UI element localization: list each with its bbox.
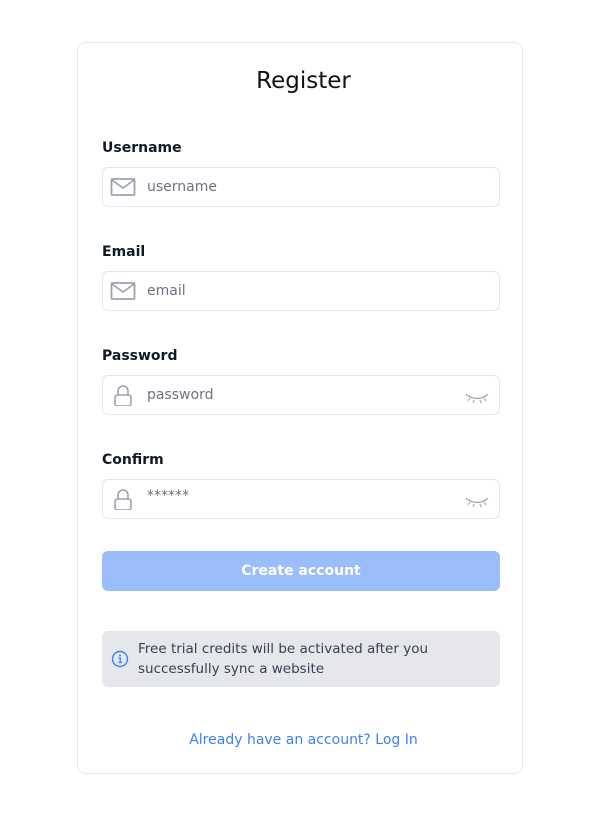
info-notice: Free trial credits will be activated aft… (102, 631, 500, 687)
confirm-label: Confirm (102, 452, 164, 468)
eye-closed-icon[interactable] (465, 390, 489, 404)
page-title: Register (256, 68, 351, 94)
password-label: Password (102, 348, 178, 364)
mail-icon (110, 178, 136, 196)
password-field[interactable] (102, 375, 500, 415)
login-link[interactable]: Already have an account? Log In (0, 732, 607, 748)
lock-icon (114, 489, 132, 510)
info-icon (111, 650, 129, 668)
email-field[interactable] (102, 271, 500, 311)
email-input[interactable] (147, 272, 447, 310)
create-account-button[interactable]: Create account (102, 551, 500, 591)
confirm-field[interactable] (102, 477, 500, 519)
username-label: Username (102, 140, 182, 156)
eye-closed-icon[interactable] (465, 494, 489, 508)
username-input[interactable] (147, 168, 447, 206)
confirm-input[interactable] (147, 477, 447, 515)
email-label: Email (102, 244, 146, 260)
notice-text: Free trial credits will be activated aft… (138, 641, 429, 677)
lock-icon (114, 385, 132, 406)
password-input[interactable] (147, 376, 447, 414)
mail-icon (110, 282, 136, 300)
username-field[interactable] (102, 167, 500, 207)
